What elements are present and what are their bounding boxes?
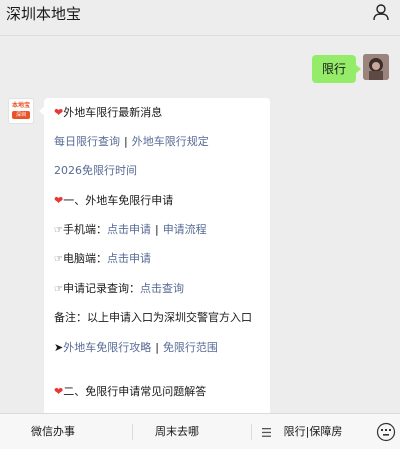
mobile-apply-row: ☞手机端：点击申请 | 申请流程 [54,223,207,236]
link-pc-apply[interactable]: 点击申请 [107,252,151,265]
heart-icon: ❤ [54,106,64,119]
bot-logo-city: 深圳 [12,111,30,119]
link-restriction-rules[interactable]: 外地车限行规定 [132,135,209,148]
menu-divider [251,424,252,440]
keyboard-icon[interactable] [376,422,396,442]
user-message-bubble[interactable]: 限行 [312,55,362,83]
heart-icon: ❤ [54,385,64,398]
section-title-news: ❤外地车限行最新消息 [54,106,163,119]
bot-avatar[interactable]: 本地宝 深圳 [8,98,34,124]
user-message-text: 限行 [322,62,347,76]
heart-icon: ❤ [54,194,64,207]
link-record-query[interactable]: 点击查询 [140,282,184,295]
bottom-menu-bar: 微信办事 周末去哪 限行|保障房 [0,413,400,449]
menu-item-wechat-service[interactable]: 微信办事 [0,414,106,449]
link-scope[interactable]: 免限行范围 [163,341,218,354]
menu-lines-icon [262,428,271,437]
pointing-hand-icon: ☞ [54,254,63,265]
user-avatar[interactable] [363,54,389,80]
record-query-row: ☞申请记录查询：点击查询 [54,282,184,295]
link-apply-flow[interactable]: 申请流程 [163,223,207,236]
bot-logo-text: 本地宝 [11,102,30,109]
pc-apply-row: ☞电脑端：点击申请 [54,252,151,265]
section-title-apply: ❤一、外地车免限行申请 [54,194,174,207]
chat-header: 深圳本地宝 [0,0,400,36]
links-row-2: 2026免限行时间 [54,162,137,180]
menu-item-weekend[interactable]: 周末去哪 [124,414,230,449]
user-avatar-image [363,54,389,80]
chat-area[interactable]: 限行 本地宝 深圳 ❤外地车限行最新消息 每日限行查询 | 外地车限行规定 2026… [0,36,400,413]
menu-item-restriction-housing[interactable]: 限行|保障房 [276,414,350,449]
bot-message-bubble: ❤外地车限行最新消息 每日限行查询 | 外地车限行规定 2026免限行时间 ❤一、外… [44,98,270,413]
user-icon[interactable] [372,3,390,21]
arrow-icon: ➤ [54,341,64,354]
chat-title: 深圳本地宝 [6,5,82,23]
note-text: 备注：以上申请入口为深圳交警官方入口 [54,311,252,324]
link-free-time[interactable]: 2026免限行时间 [54,164,137,177]
section-title-faq: ❤二、免限行申请常见问题解答 [54,385,207,398]
link-mobile-apply[interactable]: 点击申请 [107,223,151,236]
pointing-hand-icon: ☞ [54,284,63,295]
link-daily-query[interactable]: 每日限行查询 [54,135,120,148]
pointing-hand-icon: ☞ [54,225,63,236]
link-strategy[interactable]: 外地车免限行攻略 [63,341,151,354]
strategy-row: ➤外地车免限行攻略 | 免限行范围 [54,341,218,354]
links-row-1: 每日限行查询 | 外地车限行规定 [54,135,209,148]
